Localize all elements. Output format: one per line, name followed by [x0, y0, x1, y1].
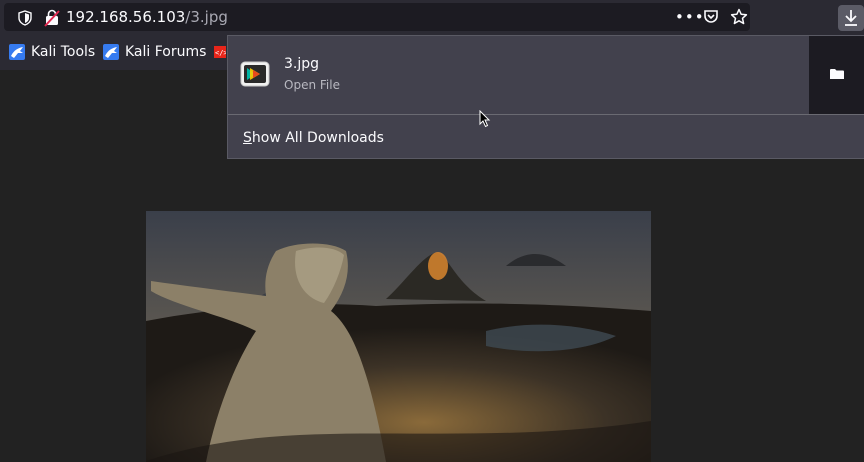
download-status: Open File — [284, 78, 340, 92]
downloads-panel: 3.jpg Open File Show All Downloads — [227, 35, 864, 159]
svg-text:</>: </> — [215, 49, 226, 57]
url-bar[interactable]: 192.168.56.103/3.jpg ••• — [4, 3, 750, 31]
url-path: /3.jpg — [185, 8, 228, 26]
accesskey-letter: S — [243, 130, 252, 146]
panel-divider — [228, 114, 864, 115]
pocket-icon[interactable] — [703, 9, 719, 29]
mouse-pointer-icon — [479, 109, 491, 132]
image-file-icon — [240, 60, 270, 92]
url-host: 192.168.56.103 — [66, 8, 186, 26]
bookmark-label: Kali Forums — [125, 44, 207, 60]
page-actions-more-icon[interactable]: ••• — [675, 9, 705, 25]
show-all-label: how All Downloads — [251, 130, 384, 146]
download-arrow-icon — [845, 10, 857, 26]
bookmark-kali-forums[interactable]: Kali Forums — [103, 43, 206, 61]
folder-icon — [830, 69, 844, 79]
tracking-protection-shield-icon[interactable] — [18, 10, 32, 30]
show-in-folder-button[interactable] — [809, 36, 864, 114]
downloads-button[interactable] — [838, 5, 864, 31]
show-all-downloads-button[interactable]: Show All Downloads — [243, 130, 384, 146]
download-filename: 3.jpg — [284, 56, 320, 72]
kali-dragon-icon — [103, 44, 119, 60]
bookmark-label: Kali Tools — [31, 44, 96, 60]
navigation-toolbar: 192.168.56.103/3.jpg ••• — [0, 0, 864, 34]
bookmark-kali-tools[interactable]: Kali Tools — [9, 43, 95, 61]
bookmark-star-icon[interactable] — [730, 8, 748, 30]
url-text[interactable]: 192.168.56.103/3.jpg — [66, 7, 228, 27]
download-item[interactable]: 3.jpg Open File — [228, 36, 809, 114]
insecure-connection-icon[interactable] — [44, 9, 60, 31]
kali-dragon-icon — [9, 44, 25, 60]
displayed-image — [146, 211, 651, 462]
